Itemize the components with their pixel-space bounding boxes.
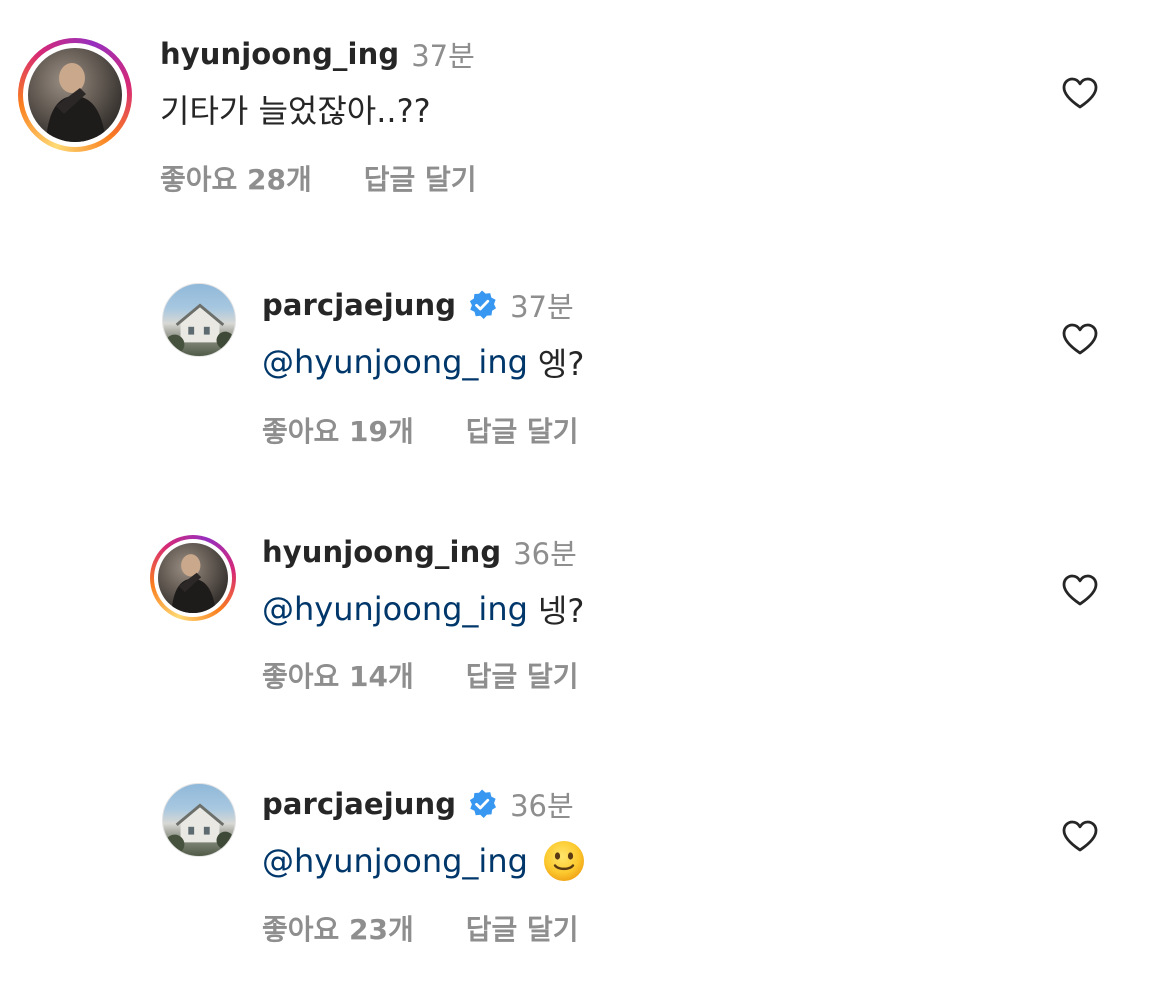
avatar[interactable] [18, 38, 132, 152]
comment-body: 엥? [537, 345, 585, 383]
person-photo-icon [28, 48, 122, 142]
comment-item: parcjaejung 37분 @hyunjoong_ing 엥? 좋아요 19… [0, 250, 1170, 480]
username[interactable]: hyunjoong_ing [160, 37, 399, 71]
house-photo-icon [162, 283, 236, 357]
comment-actions: 좋아요 28개 답글 달기 [160, 158, 477, 196]
timestamp: 37분 [411, 39, 475, 73]
mention-link[interactable]: @hyunjoong_ing [262, 343, 528, 381]
mention-link[interactable]: @hyunjoong_ing [262, 842, 528, 880]
like-count[interactable]: 좋아요 19개 [262, 410, 414, 448]
heart-icon[interactable] [1061, 322, 1099, 356]
comment-actions: 좋아요 19개 답글 달기 [262, 410, 579, 448]
comment-item: hyunjoong_ing 37분 기타가 늘었잖아..?? 좋아요 28개 답… [0, 0, 1170, 230]
reply-button[interactable]: 답글 달기 [466, 908, 579, 946]
username[interactable]: hyunjoong_ing [262, 535, 501, 569]
verified-badge-icon [469, 789, 497, 818]
comment-text: 기타가 늘었잖아..?? [160, 86, 431, 132]
verified-badge-icon [469, 290, 497, 319]
heart-icon[interactable] [1061, 76, 1099, 110]
comment-text: @hyunjoong_ing [262, 836, 586, 886]
comment-header: parcjaejung 37분 [262, 285, 574, 325]
comment-body: 기타가 늘었잖아..?? [160, 92, 431, 130]
comment-item: hyunjoong_ing 36분 @hyunjoong_ing 넹? 좋아요 … [0, 497, 1170, 727]
reply-button[interactable]: 답글 달기 [466, 410, 579, 448]
avatar[interactable] [162, 783, 236, 857]
person-photo-icon [158, 543, 228, 613]
timestamp: 36분 [513, 537, 577, 571]
comment-actions: 좋아요 23개 답글 달기 [262, 908, 579, 946]
like-count[interactable]: 좋아요 23개 [262, 908, 414, 946]
timestamp: 36분 [510, 789, 574, 823]
comment-actions: 좋아요 14개 답글 달기 [262, 655, 579, 693]
comment-header: hyunjoong_ing 36분 [262, 532, 577, 572]
comment-item: parcjaejung 36분 @hyunjoong_ing 좋아요 23개 답… [0, 750, 1170, 980]
avatar[interactable] [150, 535, 236, 621]
house-photo-icon [162, 783, 236, 857]
username[interactable]: parcjaejung [262, 787, 456, 821]
comment-header: hyunjoong_ing 37분 [160, 34, 475, 74]
comment-body: 넹? [537, 592, 585, 630]
username[interactable]: parcjaejung [262, 288, 456, 322]
slightly-smiling-face-icon [543, 841, 584, 881]
comment-text: @hyunjoong_ing 엥? [262, 338, 584, 386]
like-count[interactable]: 좋아요 28개 [160, 158, 312, 196]
reply-button[interactable]: 답글 달기 [466, 655, 579, 693]
comment-text: @hyunjoong_ing 넹? [262, 585, 584, 633]
comment-header: parcjaejung 36분 [262, 784, 574, 824]
mention-link[interactable]: @hyunjoong_ing [262, 590, 528, 628]
heart-icon[interactable] [1061, 819, 1099, 853]
like-count[interactable]: 좋아요 14개 [262, 655, 414, 693]
avatar[interactable] [162, 283, 236, 357]
reply-button[interactable]: 답글 달기 [364, 158, 477, 196]
heart-icon[interactable] [1061, 573, 1099, 607]
timestamp: 37분 [510, 290, 574, 324]
